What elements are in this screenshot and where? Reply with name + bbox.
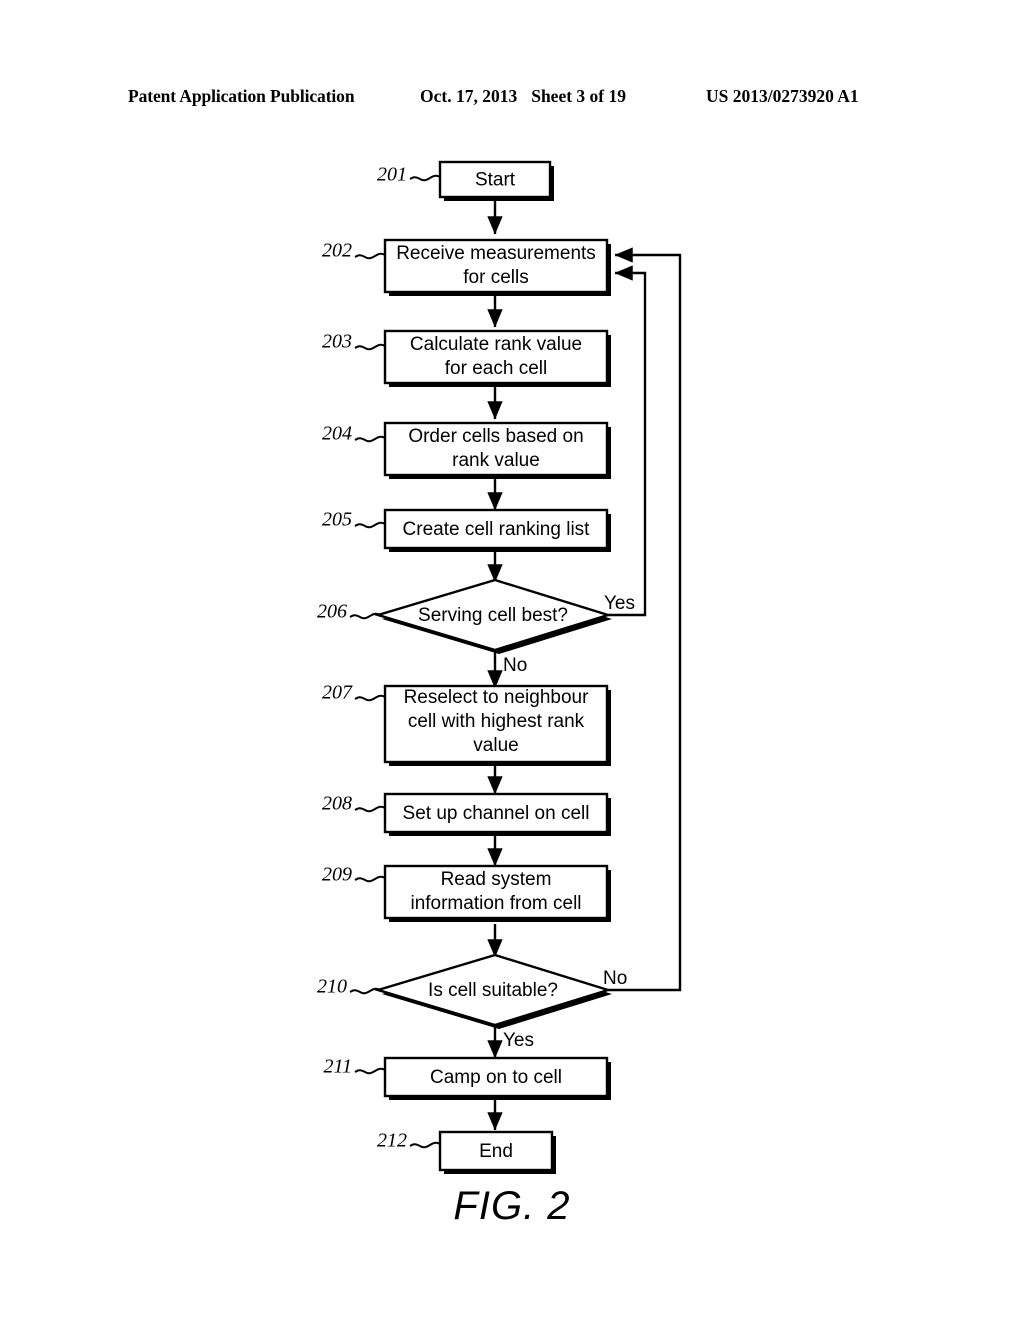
node-208-label: Set up channel on cell — [403, 803, 590, 824]
node-202-receive-measurements: Receive measurements for cells 202 — [322, 238, 611, 296]
node-203-calculate-rank-value: Calculate rank value for each cell 203 — [322, 329, 611, 387]
node-210-label: Is cell suitable? — [428, 980, 558, 1001]
node-207-label-line2: cell with highest rank — [408, 711, 585, 732]
node-206-label: Serving cell best? — [418, 605, 568, 626]
node-205-label: Create cell ranking list — [403, 519, 591, 540]
node-202-label-line1: Receive measurements — [396, 243, 596, 264]
leader-205 — [354, 521, 386, 529]
node-207-label-line1: Reselect to neighbour — [404, 687, 590, 708]
node-208-setup-channel: Set up channel on cell 208 — [322, 793, 611, 836]
ref-number-211: 211 — [323, 1056, 352, 1078]
ref-number-201: 201 — [377, 164, 407, 186]
node-206-serving-cell-best-decision: Serving cell best? 206 Yes No — [317, 578, 635, 676]
node-207-label-line3: value — [473, 735, 518, 756]
node-209-label-line2: information from cell — [410, 893, 581, 914]
ref-number-203: 203 — [322, 331, 352, 353]
ref-number-212: 212 — [377, 1130, 407, 1152]
leader-203 — [354, 343, 386, 351]
edge-label-210-no: No — [603, 968, 627, 989]
node-204-label-line2: rank value — [452, 450, 540, 471]
node-209-read-system-information: Read system information from cell 209 — [322, 864, 611, 922]
node-207-reselect-neighbour: Reselect to neighbour cell with highest … — [322, 682, 611, 766]
node-203-label-line1: Calculate rank value — [410, 334, 582, 355]
leader-204 — [354, 435, 386, 443]
ref-number-206: 206 — [317, 601, 347, 623]
node-211-camp-on-to-cell: Camp on to cell 211 — [323, 1056, 611, 1100]
connector-206-yes-feedback — [608, 265, 647, 617]
ref-number-205: 205 — [322, 509, 352, 531]
node-212-label: End — [479, 1141, 513, 1162]
leader-202 — [354, 252, 386, 260]
ref-number-209: 209 — [322, 864, 352, 886]
leader-206 — [349, 612, 381, 620]
ref-number-202: 202 — [322, 240, 352, 262]
ref-number-210: 210 — [317, 976, 347, 998]
leader-201 — [409, 174, 441, 182]
node-204-label-line1: Order cells based on — [408, 426, 583, 447]
node-202-label-line2: for cells — [463, 267, 528, 288]
edge-label-206-yes: Yes — [604, 593, 635, 614]
node-201-start: Start 201 — [377, 160, 554, 201]
node-203-label-line2: for each cell — [445, 358, 547, 379]
node-201-label: Start — [475, 170, 516, 191]
ref-number-207: 207 — [322, 682, 353, 704]
edge-label-206-no: No — [503, 655, 527, 676]
figure-flowchart: Start 201 Receive measurements for cells… — [0, 0, 1024, 1320]
edge-label-210-yes: Yes — [503, 1030, 534, 1051]
node-210-is-cell-suitable-decision: Is cell suitable? 210 No Yes — [317, 953, 627, 1051]
node-204-order-cells: Order cells based on rank value 204 — [322, 421, 611, 479]
node-212-end: End 212 — [377, 1130, 556, 1174]
leader-209 — [354, 875, 386, 883]
ref-number-204: 204 — [322, 423, 352, 445]
leader-207 — [354, 694, 386, 702]
leader-210 — [349, 987, 381, 995]
leader-212 — [409, 1141, 441, 1149]
node-211-label: Camp on to cell — [430, 1067, 562, 1088]
figure-caption: FIG. 2 — [453, 1184, 571, 1228]
node-209-label-line1: Read system — [441, 869, 552, 890]
leader-211 — [354, 1067, 386, 1075]
ref-number-208: 208 — [322, 793, 352, 815]
node-205-create-ranking-list: Create cell ranking list 205 — [322, 509, 611, 552]
leader-208 — [354, 805, 386, 813]
